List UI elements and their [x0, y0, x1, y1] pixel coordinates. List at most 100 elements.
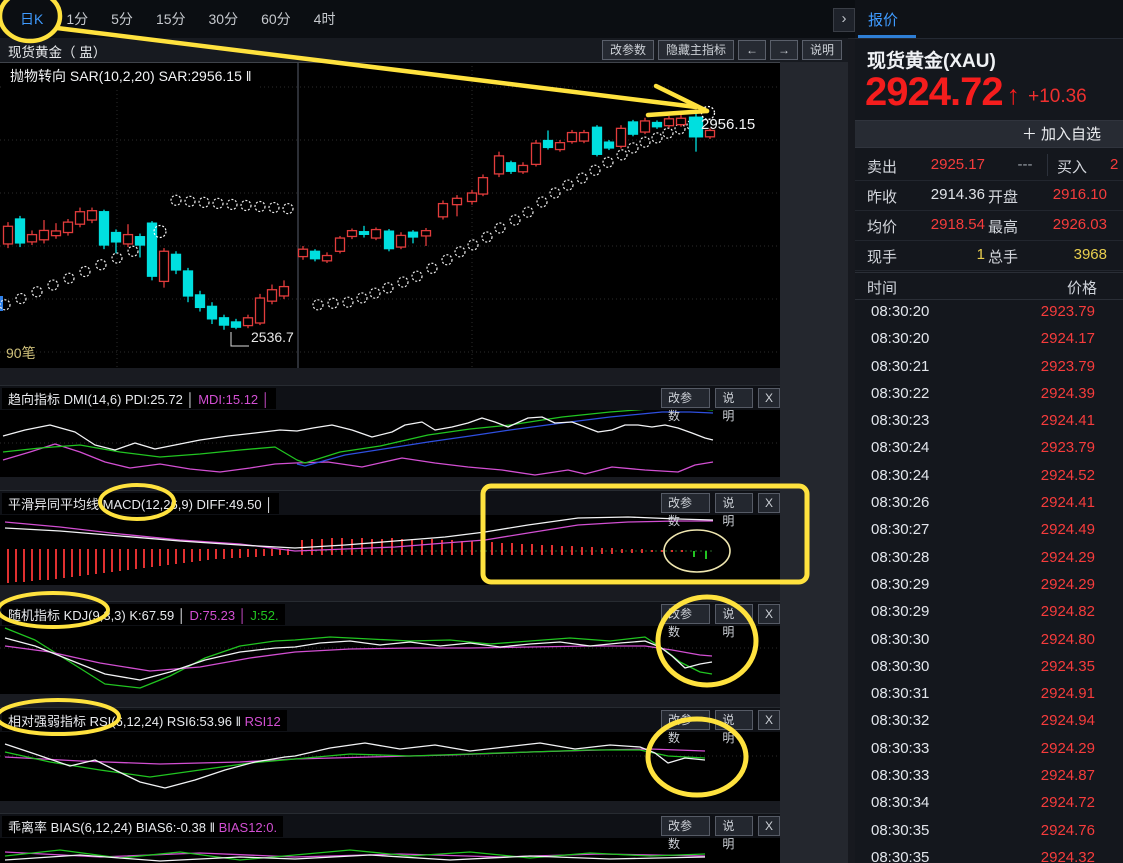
indicator-label-macd: 平滑异同平均线 MACD(12,26,9) DIFF:49.50 │ — [2, 493, 280, 514]
tab-15分[interactable]: 15分 — [151, 7, 191, 31]
chart-window-titlebar: 现货黄金（ 盅） 改参数 隐藏主指标 ← → 说明 — [0, 38, 848, 63]
price-axis-strip — [780, 62, 848, 863]
tick-time: 08:30:30 — [871, 657, 930, 675]
tick-price: 2924.29 — [1040, 739, 1095, 757]
tick-row: 08:30:35 2924.32 — [855, 844, 1123, 863]
tick-time: 08:30:35 — [871, 848, 930, 863]
quote-value: 现手 — [867, 249, 898, 266]
close-indicator-button[interactable]: X — [757, 388, 780, 408]
tick-row: 08:30:28 2924.29 — [855, 544, 1123, 571]
tick-time: 08:30:20 — [871, 330, 930, 348]
tick-price: 2924.76 — [1040, 821, 1095, 839]
tick-row: 08:30:24 2923.79 — [855, 434, 1123, 461]
tab-4时[interactable]: 4时 — [309, 7, 341, 31]
tick-time: 08:30:29 — [871, 575, 930, 593]
indicator-button-改参数[interactable]: 改参数 — [661, 816, 711, 851]
toolbar-scroll-right-button[interactable]: › — [833, 8, 855, 32]
indicator-header-macd: 平滑异同平均线 MACD(12,26,9) DIFF:49.50 │ 改参数 说明 X — [0, 490, 780, 528]
tick-row: 08:30:27 2924.49 — [855, 516, 1123, 543]
quote-stats-row: 现手 1 总手 3968 — [855, 240, 1123, 271]
tick-row: 08:30:23 2924.41 — [855, 407, 1123, 434]
indicator-header-rsi: 相对强弱指标 RSI(6,12,24) RSI6:53.96 ‖ RSI12 改参… — [0, 707, 780, 745]
tick-price: 2924.94 — [1040, 712, 1095, 730]
pane-gap — [0, 585, 848, 601]
tick-price: 2924.32 — [1040, 848, 1095, 863]
indicator-label-bias: 乖离率 BIAS(6,12,24) BIAS6:-0.38 ‖ BIAS12:0… — [2, 816, 284, 837]
indicator-button-改参数[interactable]: 改参数 — [661, 604, 711, 639]
indicator-button-说明[interactable]: 说明 — [715, 710, 753, 745]
tick-row: 08:30:21 2923.79 — [855, 353, 1123, 380]
quote-panel: 报价 现货黄金(XAU) 2924.72 ↑ +10.36 ＋ 加入自选 卖出 2… — [855, 0, 1123, 863]
tick-time: 08:30:21 — [871, 357, 930, 375]
pane-gap — [0, 477, 848, 490]
quote-value: 开盘 — [988, 189, 1019, 206]
tick-time: 08:30:31 — [871, 685, 930, 703]
timeframe-toolbar: 日K 1分 5分 15分 30分 60分 4时 — [0, 0, 855, 39]
tick-row: 08:30:29 2924.29 — [855, 571, 1123, 598]
tick-time: 08:30:27 — [871, 521, 930, 539]
last-price-block: 2924.72 ↑ +10.36 — [865, 70, 1087, 114]
tab-quotes[interactable]: 报价 — [868, 9, 898, 30]
indicator-label-dmi: 趋向指标 DMI(14,6) PDI:25.72 │ MDI:15.12 │ — [2, 388, 276, 409]
indicator-label-kdj: 随机指标 KDJ(9,3,3) K:67.59 │ D:75.23 │ J:52… — [2, 604, 285, 625]
tick-row: 08:30:30 2924.80 — [855, 626, 1123, 653]
tab-quotes-underline — [858, 35, 916, 38]
indicator-button-改参数[interactable]: 改参数 — [661, 710, 711, 745]
indicator-button-改参数[interactable]: 改参数 — [661, 388, 711, 423]
tab-30分[interactable]: 30分 — [204, 7, 244, 31]
tick-time: 08:30:22 — [871, 384, 930, 402]
quote-value: 2914.36 — [930, 186, 985, 203]
indicator-buttons: 改参数 说明 X — [661, 388, 780, 423]
close-indicator-button[interactable]: X — [757, 493, 780, 513]
indicator-buttons: 改参数 说明 X — [661, 493, 780, 528]
tick-row: 08:30:31 2924.91 — [855, 680, 1123, 707]
window-button-隐藏主指标[interactable]: 隐藏主指标 — [657, 40, 734, 60]
window-button-说明[interactable]: 说明 — [801, 40, 842, 60]
indicator-button-改参数[interactable]: 改参数 — [661, 493, 711, 528]
quote-value: 3968 — [1073, 246, 1107, 263]
tick-time: 08:30:30 — [871, 630, 930, 648]
tick-row: 08:30:29 2924.82 — [855, 598, 1123, 625]
close-indicator-button[interactable]: X — [757, 710, 780, 730]
tab-5分[interactable]: 5分 — [106, 7, 138, 31]
price-change: +10.36 — [1028, 86, 1087, 107]
tick-time: 08:30:34 — [871, 794, 930, 812]
indicator-buttons: 改参数 说明 X — [661, 604, 780, 639]
tick-row: 08:30:35 2924.76 — [855, 817, 1123, 844]
instrument-name: 现货黄金(XAU) — [867, 51, 996, 72]
indicator-buttons: 改参数 说明 X — [661, 710, 780, 745]
low-price-label: 2536.7 — [251, 329, 294, 345]
tick-time: 08:30:28 — [871, 548, 930, 566]
pane-gap — [0, 694, 848, 707]
tick-time: 08:30:24 — [871, 439, 930, 457]
close-indicator-button[interactable]: X — [757, 816, 780, 836]
divider — [1047, 154, 1048, 176]
close-indicator-button[interactable]: X — [757, 604, 780, 624]
window-button-→[interactable]: → — [769, 40, 798, 60]
tab-1分[interactable]: 1分 — [61, 7, 93, 31]
tick-header-time: 时间 — [867, 280, 898, 297]
indicator-button-说明[interactable]: 说明 — [715, 493, 753, 528]
tick-row: 08:30:20 2924.17 — [855, 325, 1123, 352]
indicator-button-说明[interactable]: 说明 — [715, 816, 753, 851]
quote-value: 2916.10 — [1052, 186, 1107, 203]
quote-stats-row: 均价 2918.54 最高 2926.03 — [855, 210, 1123, 241]
quote-value: 最高 — [988, 219, 1019, 236]
tick-price: 2924.41 — [1040, 494, 1095, 512]
quote-value: 总手 — [988, 249, 1019, 266]
add-to-watchlist-button[interactable]: ＋ 加入自选 — [855, 120, 1123, 148]
tick-row: 08:30:33 2924.29 — [855, 735, 1123, 762]
chart-window-buttons: 改参数 隐藏主指标 ← → 说明 — [601, 40, 842, 60]
indicator-button-说明[interactable]: 说明 — [715, 388, 753, 423]
tick-row: 08:30:22 2924.39 — [855, 380, 1123, 407]
tick-price: 2923.79 — [1040, 357, 1095, 375]
tab-60分[interactable]: 60分 — [256, 7, 296, 31]
tick-price: 2923.79 — [1040, 439, 1095, 457]
tab-日K[interactable]: 日K — [15, 7, 48, 31]
tick-list[interactable]: 08:30:20 2923.79 08:30:20 2924.17 08:30:21 29… — [855, 298, 1123, 863]
timeframe-tabs: 日K 1分 5分 15分 30分 60分 4时 — [15, 0, 340, 38]
window-button-改参数[interactable]: 改参数 — [601, 40, 654, 60]
indicator-button-说明[interactable]: 说明 — [715, 604, 753, 639]
window-button-←[interactable]: ← — [737, 40, 766, 60]
tick-row: 08:30:34 2924.72 — [855, 789, 1123, 816]
